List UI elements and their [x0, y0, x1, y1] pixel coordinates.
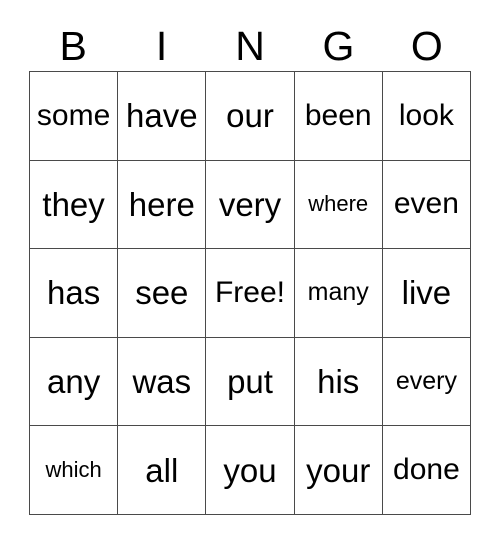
bingo-cell-label: Free!: [214, 275, 286, 309]
bingo-row: which all you your done: [30, 426, 472, 515]
bingo-cell[interactable]: many: [294, 249, 383, 338]
bingo-cell-label: been: [304, 98, 372, 132]
bingo-header-row: B I N G O: [29, 22, 471, 71]
bingo-cell-label: have: [126, 97, 198, 135]
bingo-row: they here very where even: [30, 160, 472, 250]
bingo-cell[interactable]: been: [294, 72, 383, 161]
bingo-cell-label: here: [128, 185, 195, 223]
bingo-cell[interactable]: they: [30, 160, 119, 250]
bingo-cell-label: every: [395, 367, 457, 396]
bingo-cell[interactable]: which: [30, 426, 119, 515]
bingo-cell-label: has: [46, 274, 101, 312]
header-letter-n: N: [235, 23, 265, 69]
bingo-cell-label: which: [45, 457, 102, 483]
header-letter-g: G: [322, 23, 355, 69]
bingo-cell[interactable]: any: [30, 337, 119, 427]
bingo-cell[interactable]: his: [294, 337, 383, 427]
bingo-cell-label: many: [307, 278, 369, 307]
bingo-cell[interactable]: here: [118, 160, 207, 250]
bingo-grid: some have our been look they here very w…: [29, 71, 472, 515]
header-letter-b: B: [59, 23, 87, 69]
bingo-cell-label: all: [145, 451, 179, 489]
bingo-cell[interactable]: live: [382, 249, 472, 338]
bingo-cell-label: live: [401, 274, 452, 312]
bingo-cell-label: done: [393, 453, 460, 487]
bingo-cell[interactable]: done: [382, 426, 472, 515]
bingo-cell[interactable]: every: [382, 337, 472, 427]
bingo-row: has see Free! many live: [30, 249, 472, 338]
bingo-cell[interactable]: where: [294, 160, 383, 250]
bingo-cell[interactable]: even: [382, 160, 472, 250]
bingo-cell-label: look: [398, 98, 454, 132]
bingo-cell-label: you: [223, 451, 277, 489]
bingo-cell-label: our: [226, 97, 274, 135]
bingo-cell-label: they: [42, 185, 105, 223]
bingo-cell-label: where: [308, 191, 369, 217]
header-letter-i: I: [155, 23, 168, 69]
header-letter-o: O: [410, 23, 443, 69]
bingo-cell-label: his: [317, 363, 360, 401]
bingo-cell-label: very: [218, 185, 282, 223]
bingo-cell-label: even: [393, 187, 459, 221]
bingo-cell-label: your: [306, 451, 371, 489]
bingo-cell[interactable]: has: [30, 249, 119, 338]
bingo-cell-label: some: [36, 98, 111, 132]
bingo-cell-label: was: [132, 363, 192, 401]
bingo-cell[interactable]: some: [30, 72, 119, 161]
bingo-cell[interactable]: your: [294, 426, 383, 515]
bingo-cell[interactable]: see: [118, 249, 207, 338]
bingo-cell[interactable]: have: [118, 72, 207, 161]
bingo-cell[interactable]: very: [206, 160, 295, 250]
bingo-cell[interactable]: look: [382, 72, 472, 161]
bingo-cell-free[interactable]: Free!: [206, 249, 295, 338]
bingo-cell[interactable]: our: [206, 72, 295, 161]
bingo-cell-label: put: [227, 363, 273, 401]
bingo-cell[interactable]: was: [118, 337, 207, 427]
bingo-cell[interactable]: you: [206, 426, 295, 515]
bingo-row: some have our been look: [30, 72, 472, 161]
bingo-cell[interactable]: all: [118, 426, 207, 515]
bingo-cell-label: any: [46, 363, 101, 401]
bingo-row: any was put his every: [30, 337, 472, 427]
bingo-card: B I N G O some have our been look they h…: [0, 0, 500, 544]
bingo-cell[interactable]: put: [206, 337, 295, 427]
bingo-cell-label: see: [135, 274, 189, 312]
